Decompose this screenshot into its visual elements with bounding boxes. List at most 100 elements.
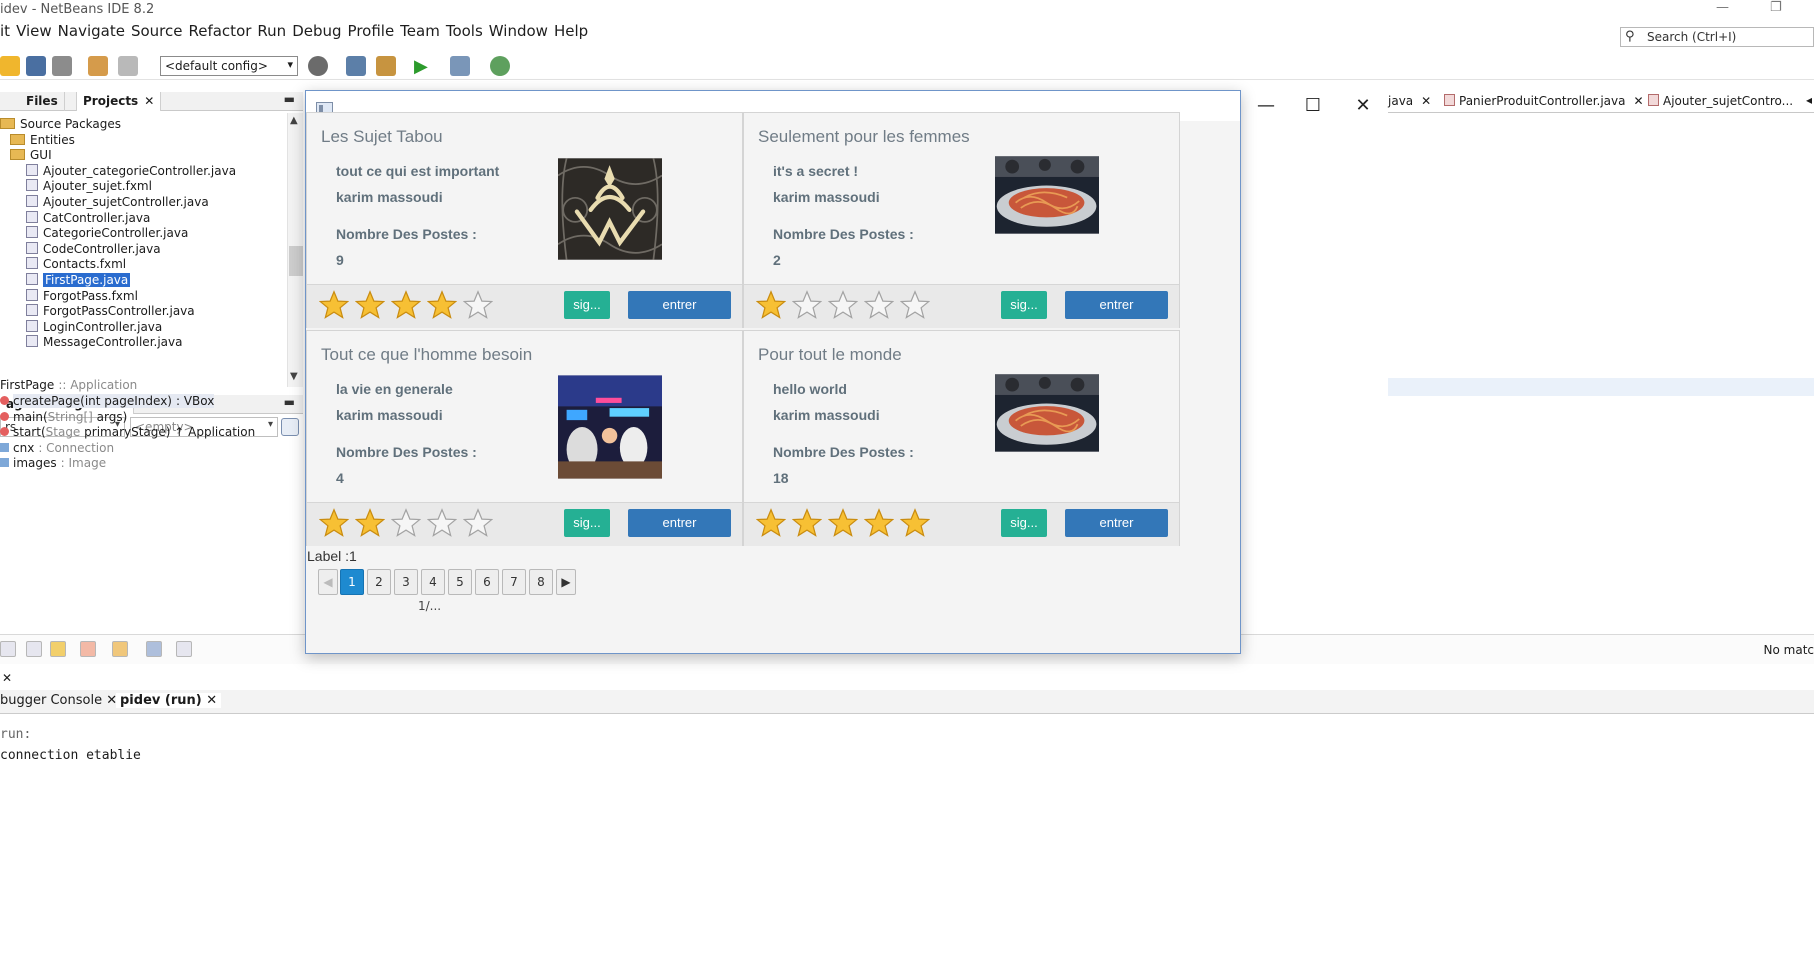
close-icon[interactable]: ✕: [144, 94, 154, 108]
tab-files[interactable]: Files: [20, 92, 65, 111]
filter-icon[interactable]: [26, 641, 42, 657]
scroll-down-icon[interactable]: ▼: [290, 371, 298, 382]
menu-item-profile[interactable]: Profile: [348, 22, 395, 40]
prev-page-icon[interactable]: ◀: [318, 569, 338, 595]
tree-item[interactable]: Source Packages: [0, 117, 121, 134]
tree-item[interactable]: ForgotPassController.java: [26, 304, 195, 321]
tree-item[interactable]: Ajouter_sujet.fxml: [26, 179, 152, 196]
star-empty-icon[interactable]: [899, 290, 931, 320]
star-filled-icon[interactable]: [318, 508, 350, 538]
tree-item[interactable]: CategorieController.java: [26, 226, 188, 243]
save-all-icon[interactable]: [52, 56, 72, 76]
scroll-thumb[interactable]: [289, 246, 303, 276]
star-filled-icon[interactable]: [791, 508, 823, 538]
tree-item[interactable]: ForgotPass.fxml: [26, 288, 138, 306]
close-icon[interactable]: ✕: [206, 693, 217, 708]
star-filled-icon[interactable]: [827, 508, 859, 538]
debug-icon[interactable]: [450, 56, 470, 76]
star-filled-icon[interactable]: [354, 290, 386, 320]
page-button-5[interactable]: 5: [448, 569, 472, 595]
app-close-button[interactable]: ✕: [1340, 93, 1386, 119]
new-project-icon[interactable]: [0, 56, 20, 76]
lock-icon[interactable]: [50, 641, 66, 657]
star-empty-icon[interactable]: [462, 508, 494, 538]
star-empty-icon[interactable]: [462, 290, 494, 320]
menu-item-view[interactable]: View: [16, 22, 52, 40]
signal-button[interactable]: sig...: [564, 509, 610, 537]
close-icon[interactable]: ✕: [1421, 94, 1431, 108]
tree-item[interactable]: CatController.java: [26, 210, 150, 228]
navigator-settings-icon[interactable]: [281, 418, 299, 436]
menu-item-refactor[interactable]: Refactor: [188, 22, 251, 40]
page-button-7[interactable]: 7: [502, 569, 526, 595]
enter-button[interactable]: entrer: [628, 509, 731, 537]
next-page-icon[interactable]: ▶: [556, 569, 576, 595]
navigator-item[interactable]: images: Image: [0, 456, 106, 474]
star-filled-icon[interactable]: [426, 290, 458, 320]
tree-item[interactable]: CodeController.java: [26, 241, 161, 259]
enter-button[interactable]: entrer: [1065, 509, 1168, 537]
menu-item-help[interactable]: Help: [554, 22, 588, 40]
minimize-panel-icon[interactable]: ▬: [284, 92, 295, 106]
menu-item-it[interactable]: it: [0, 22, 10, 40]
ide-restore-button[interactable]: ❐: [1770, 0, 1782, 15]
tree-item[interactable]: LoginController.java: [26, 319, 162, 337]
editor-tab[interactable]: Ajouter_sujetContro...: [1648, 94, 1793, 108]
page-button-2[interactable]: 2: [367, 569, 391, 595]
ide-search-input[interactable]: ⚲ Search (Ctrl+I): [1620, 27, 1814, 47]
filter-icon[interactable]: [0, 641, 16, 657]
tab-projects[interactable]: Projects ✕: [76, 92, 162, 111]
filter-icon[interactable]: [80, 641, 96, 657]
tree-item[interactable]: Entities: [10, 133, 75, 150]
redo-icon[interactable]: [118, 56, 138, 76]
build-icon[interactable]: [346, 56, 366, 76]
page-button-6[interactable]: 6: [475, 569, 499, 595]
tree-item[interactable]: FirstPage.java: [26, 273, 131, 290]
close-icon[interactable]: ✕: [2, 671, 12, 685]
page-button-4[interactable]: 4: [421, 569, 445, 595]
run-icon[interactable]: ▶: [414, 56, 434, 77]
star-empty-icon[interactable]: [791, 290, 823, 320]
clean-build-icon[interactable]: [376, 56, 396, 76]
tree-item[interactable]: Ajouter_categorieController.java: [26, 163, 236, 181]
signal-button[interactable]: sig...: [1001, 291, 1047, 319]
menu-item-source[interactable]: Source: [131, 22, 183, 40]
profile-icon[interactable]: [490, 56, 510, 76]
config-select[interactable]: <default config> ▾: [160, 56, 298, 76]
tab-run-output[interactable]: pidev (run) ✕: [116, 693, 222, 708]
star-filled-icon[interactable]: [863, 508, 895, 538]
ide-minimize-button[interactable]: —: [1716, 0, 1729, 15]
app-maximize-button[interactable]: ☐: [1290, 93, 1336, 119]
menu-item-team[interactable]: Team: [400, 22, 440, 40]
star-filled-icon[interactable]: [755, 290, 787, 320]
menu-item-navigate[interactable]: Navigate: [58, 22, 125, 40]
menu-item-run[interactable]: Run: [257, 22, 286, 40]
undo-icon[interactable]: [88, 56, 108, 76]
sort-icon[interactable]: [176, 641, 192, 657]
globe-icon[interactable]: [308, 56, 328, 76]
star-empty-icon[interactable]: [827, 290, 859, 320]
page-button-8[interactable]: 8: [529, 569, 553, 595]
scroll-up-icon[interactable]: ▲: [290, 115, 298, 126]
tab-debugger-console[interactable]: bugger Console ✕: [0, 693, 117, 708]
open-project-icon[interactable]: [26, 56, 46, 76]
star-empty-icon[interactable]: [390, 508, 422, 538]
page-button-3[interactable]: 3: [394, 569, 418, 595]
signal-button[interactable]: sig...: [564, 291, 610, 319]
star-filled-icon[interactable]: [318, 290, 350, 320]
editor-tab[interactable]: PanierProduitController.java ✕: [1444, 94, 1644, 108]
star-filled-icon[interactable]: [899, 508, 931, 538]
minimize-panel-icon[interactable]: ▬: [284, 395, 295, 409]
star-empty-icon[interactable]: [863, 290, 895, 320]
star-filled-icon[interactable]: [390, 290, 422, 320]
menu-item-window[interactable]: Window: [489, 22, 548, 40]
star-empty-icon[interactable]: [426, 508, 458, 538]
tree-item[interactable]: MessageController.java: [26, 335, 182, 352]
tree-item[interactable]: Contacts.fxml: [26, 257, 126, 274]
sort-icon[interactable]: [112, 641, 128, 657]
sort-icon[interactable]: [146, 641, 162, 657]
tree-item[interactable]: Ajouter_sujetController.java: [26, 195, 209, 212]
editor-tab[interactable]: java ✕: [1388, 94, 1431, 108]
star-filled-icon[interactable]: [354, 508, 386, 538]
tab-scroll-left-icon[interactable]: ◂: [1806, 93, 1812, 107]
